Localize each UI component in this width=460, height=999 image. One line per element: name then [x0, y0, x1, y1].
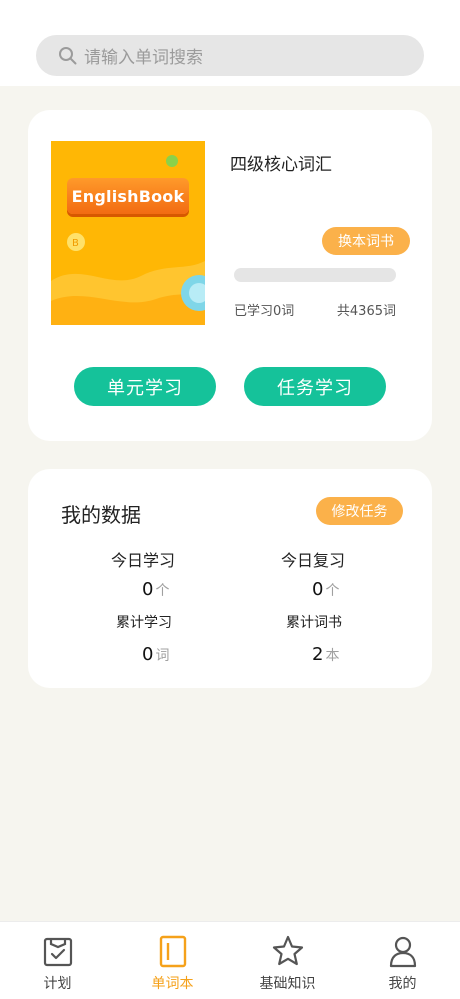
stat-unit: 个 — [325, 583, 340, 599]
today-review-value: 0 个 — [312, 579, 339, 600]
wordbook-icon — [159, 935, 186, 968]
stat-number: 0 — [312, 579, 324, 600]
nav-basics[interactable]: 基础知识 — [230, 922, 345, 999]
total-count: 共4365词 — [336, 304, 396, 319]
unit-study-button[interactable]: 单元学习 — [74, 367, 216, 406]
search-icon — [59, 46, 77, 64]
total-study-label: 累计学习 — [116, 615, 172, 631]
svg-text:B: B — [72, 238, 79, 249]
stat-number: 0 — [142, 644, 154, 665]
nav-mine[interactable]: 我的 — [345, 922, 460, 999]
today-study-label: 今日学习 — [111, 551, 176, 570]
bottom-navigation: 计划 单词本 基础知识 我的 — [0, 921, 460, 999]
nav-label: 单词本 — [151, 976, 194, 992]
search-placeholder: 请输入单词搜索 — [84, 48, 203, 68]
today-study-value: 0 个 — [142, 579, 169, 600]
edit-task-button[interactable]: 修改任务 — [316, 497, 403, 525]
book-cover-image[interactable]: B EnglishBook — [51, 141, 205, 325]
change-book-button[interactable]: 换本词书 — [322, 227, 410, 255]
total-study-value: 0 词 — [142, 644, 169, 665]
today-review-label: 今日复习 — [281, 551, 346, 570]
total-books-value: 2 本 — [312, 644, 339, 665]
cover-title: EnglishBook — [67, 178, 189, 214]
my-data-card: 我的数据 修改任务 今日学习 0 个 今日复习 0 个 累计学习 0 词 累计词… — [28, 469, 432, 688]
top-bar: 请输入单词搜索 — [0, 0, 460, 86]
stat-unit: 个 — [155, 583, 170, 599]
star-icon — [272, 935, 303, 966]
task-study-button[interactable]: 任务学习 — [244, 367, 386, 406]
user-icon — [389, 936, 416, 968]
study-progress-bar — [234, 268, 396, 282]
nav-wordbook[interactable]: 单词本 — [115, 922, 230, 999]
plan-icon — [43, 937, 72, 967]
nav-plan[interactable]: 计划 — [0, 922, 115, 999]
cover-decoration: B — [51, 155, 205, 325]
nav-label: 我的 — [388, 976, 417, 992]
stat-unit: 词 — [155, 648, 170, 664]
learned-count: 已学习0词 — [234, 304, 295, 319]
current-book-card: B EnglishBook 四级核心词汇 换本词书 已学习0词 共4365词 单… — [28, 110, 432, 441]
stat-number: 2 — [312, 644, 324, 665]
nav-label: 基础知识 — [259, 976, 316, 992]
my-data-title: 我的数据 — [61, 503, 141, 527]
app-screen: 请输入单词搜索 B EnglishBook 四级核心词汇 换本词书 已学习0词 … — [0, 0, 460, 999]
nav-label: 计划 — [43, 976, 72, 992]
total-books-label: 累计词书 — [286, 615, 342, 631]
stat-number: 0 — [142, 579, 154, 600]
search-input[interactable]: 请输入单词搜索 — [36, 35, 424, 76]
book-name: 四级核心词汇 — [230, 155, 332, 175]
stat-unit: 本 — [325, 648, 340, 664]
